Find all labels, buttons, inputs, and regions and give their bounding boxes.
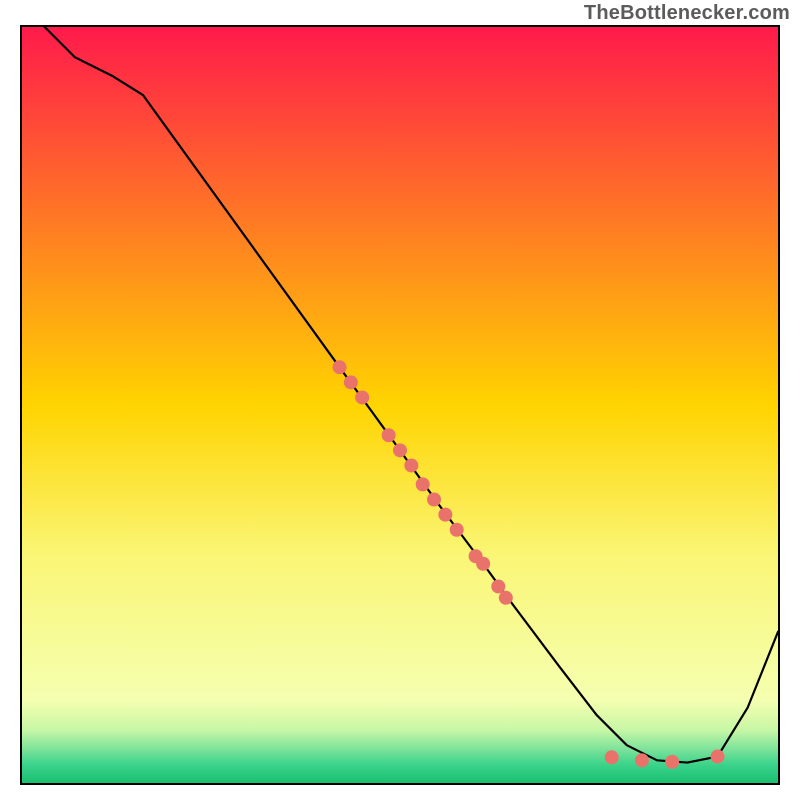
gradient-background xyxy=(22,27,778,783)
data-point xyxy=(665,755,679,769)
data-point xyxy=(416,477,430,491)
data-point xyxy=(476,557,490,571)
data-point xyxy=(635,753,649,767)
data-point xyxy=(404,458,418,472)
data-point xyxy=(711,750,725,764)
data-point xyxy=(427,493,441,507)
chart-frame: TheBottlenecker.com xyxy=(0,0,800,800)
data-point xyxy=(355,390,369,404)
data-point xyxy=(605,750,619,764)
data-point xyxy=(450,523,464,537)
data-point xyxy=(344,375,358,389)
data-point xyxy=(382,428,396,442)
plot-area xyxy=(20,25,780,785)
watermark-text: TheBottlenecker.com xyxy=(584,2,790,25)
data-point xyxy=(333,360,347,374)
data-point xyxy=(393,443,407,457)
data-point xyxy=(438,508,452,522)
data-point xyxy=(499,591,513,605)
line-chart-svg xyxy=(22,27,778,783)
